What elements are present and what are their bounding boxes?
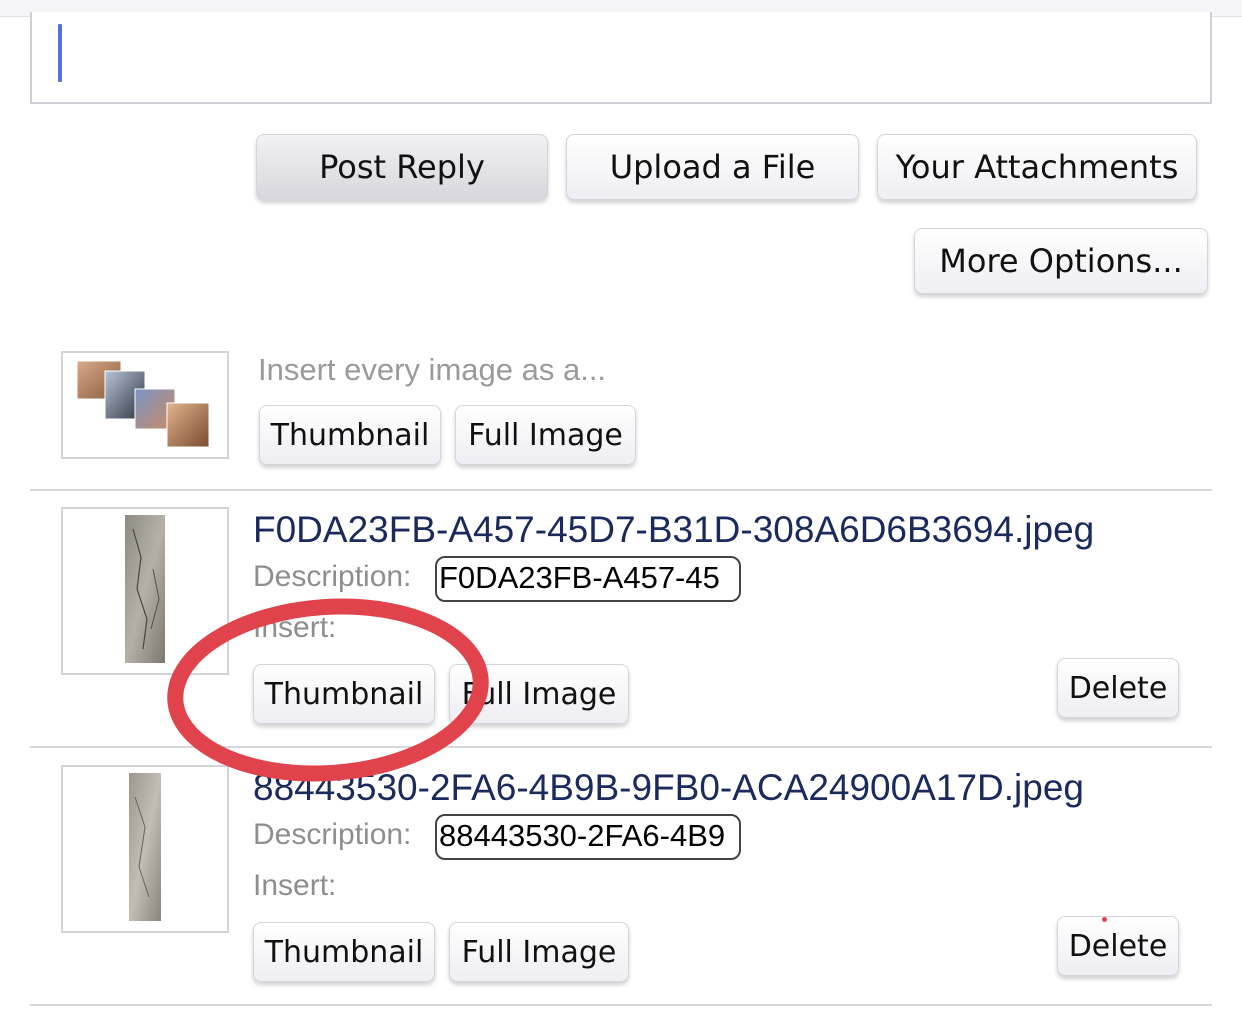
multiple-images-icon (76, 360, 210, 448)
multiple-images-thumbnail (61, 351, 229, 459)
bulk-thumbnail-button[interactable]: Thumbnail (259, 405, 441, 465)
post-reply-button[interactable]: Post Reply (256, 134, 548, 200)
description-label: Description: (253, 560, 412, 593)
insert-every-image-prompt: Insert every image as a... (258, 352, 607, 387)
thumbnail-button[interactable]: Thumbnail (253, 922, 435, 982)
full-image-button[interactable]: Full Image (449, 664, 629, 724)
full-image-button[interactable]: Full Image (449, 922, 629, 982)
description-field[interactable]: 88443530-2FA6-4B9 (435, 814, 741, 860)
description-label: Description: (253, 818, 412, 851)
text-caret (58, 24, 62, 82)
bulk-full-image-button[interactable]: Full Image (455, 405, 636, 465)
your-attachments-button[interactable]: Your Attachments (877, 134, 1197, 200)
thumbnail-button[interactable]: Thumbnail (253, 664, 435, 724)
more-options-button[interactable]: More Options... (914, 228, 1208, 294)
divider (30, 746, 1212, 748)
attachment-thumbnail (61, 765, 229, 933)
insert-label: Insert: (253, 611, 337, 644)
delete-button[interactable]: Delete (1057, 658, 1179, 718)
attachment-thumbnail (61, 507, 229, 675)
reply-editor[interactable] (30, 12, 1212, 104)
reply-page: Post Reply Upload a File Your Attachment… (0, 0, 1242, 1025)
stone-image-icon (125, 515, 165, 663)
delete-button[interactable]: Delete (1057, 916, 1179, 976)
divider (30, 489, 1212, 491)
insert-label: Insert: (253, 869, 337, 902)
attachment-filename[interactable]: F0DA23FB-A457-45D7-B31D-308A6D6B3694.jpe… (253, 509, 1094, 551)
divider (30, 1004, 1212, 1006)
annotation-dot (1102, 917, 1107, 922)
upload-file-button[interactable]: Upload a File (566, 134, 859, 200)
attachment-filename[interactable]: 88443530-2FA6-4B9B-9FB0-ACA24900A17D.jpe… (253, 767, 1084, 809)
description-field[interactable]: F0DA23FB-A457-45 (435, 556, 741, 602)
stone-image-icon (129, 773, 161, 921)
